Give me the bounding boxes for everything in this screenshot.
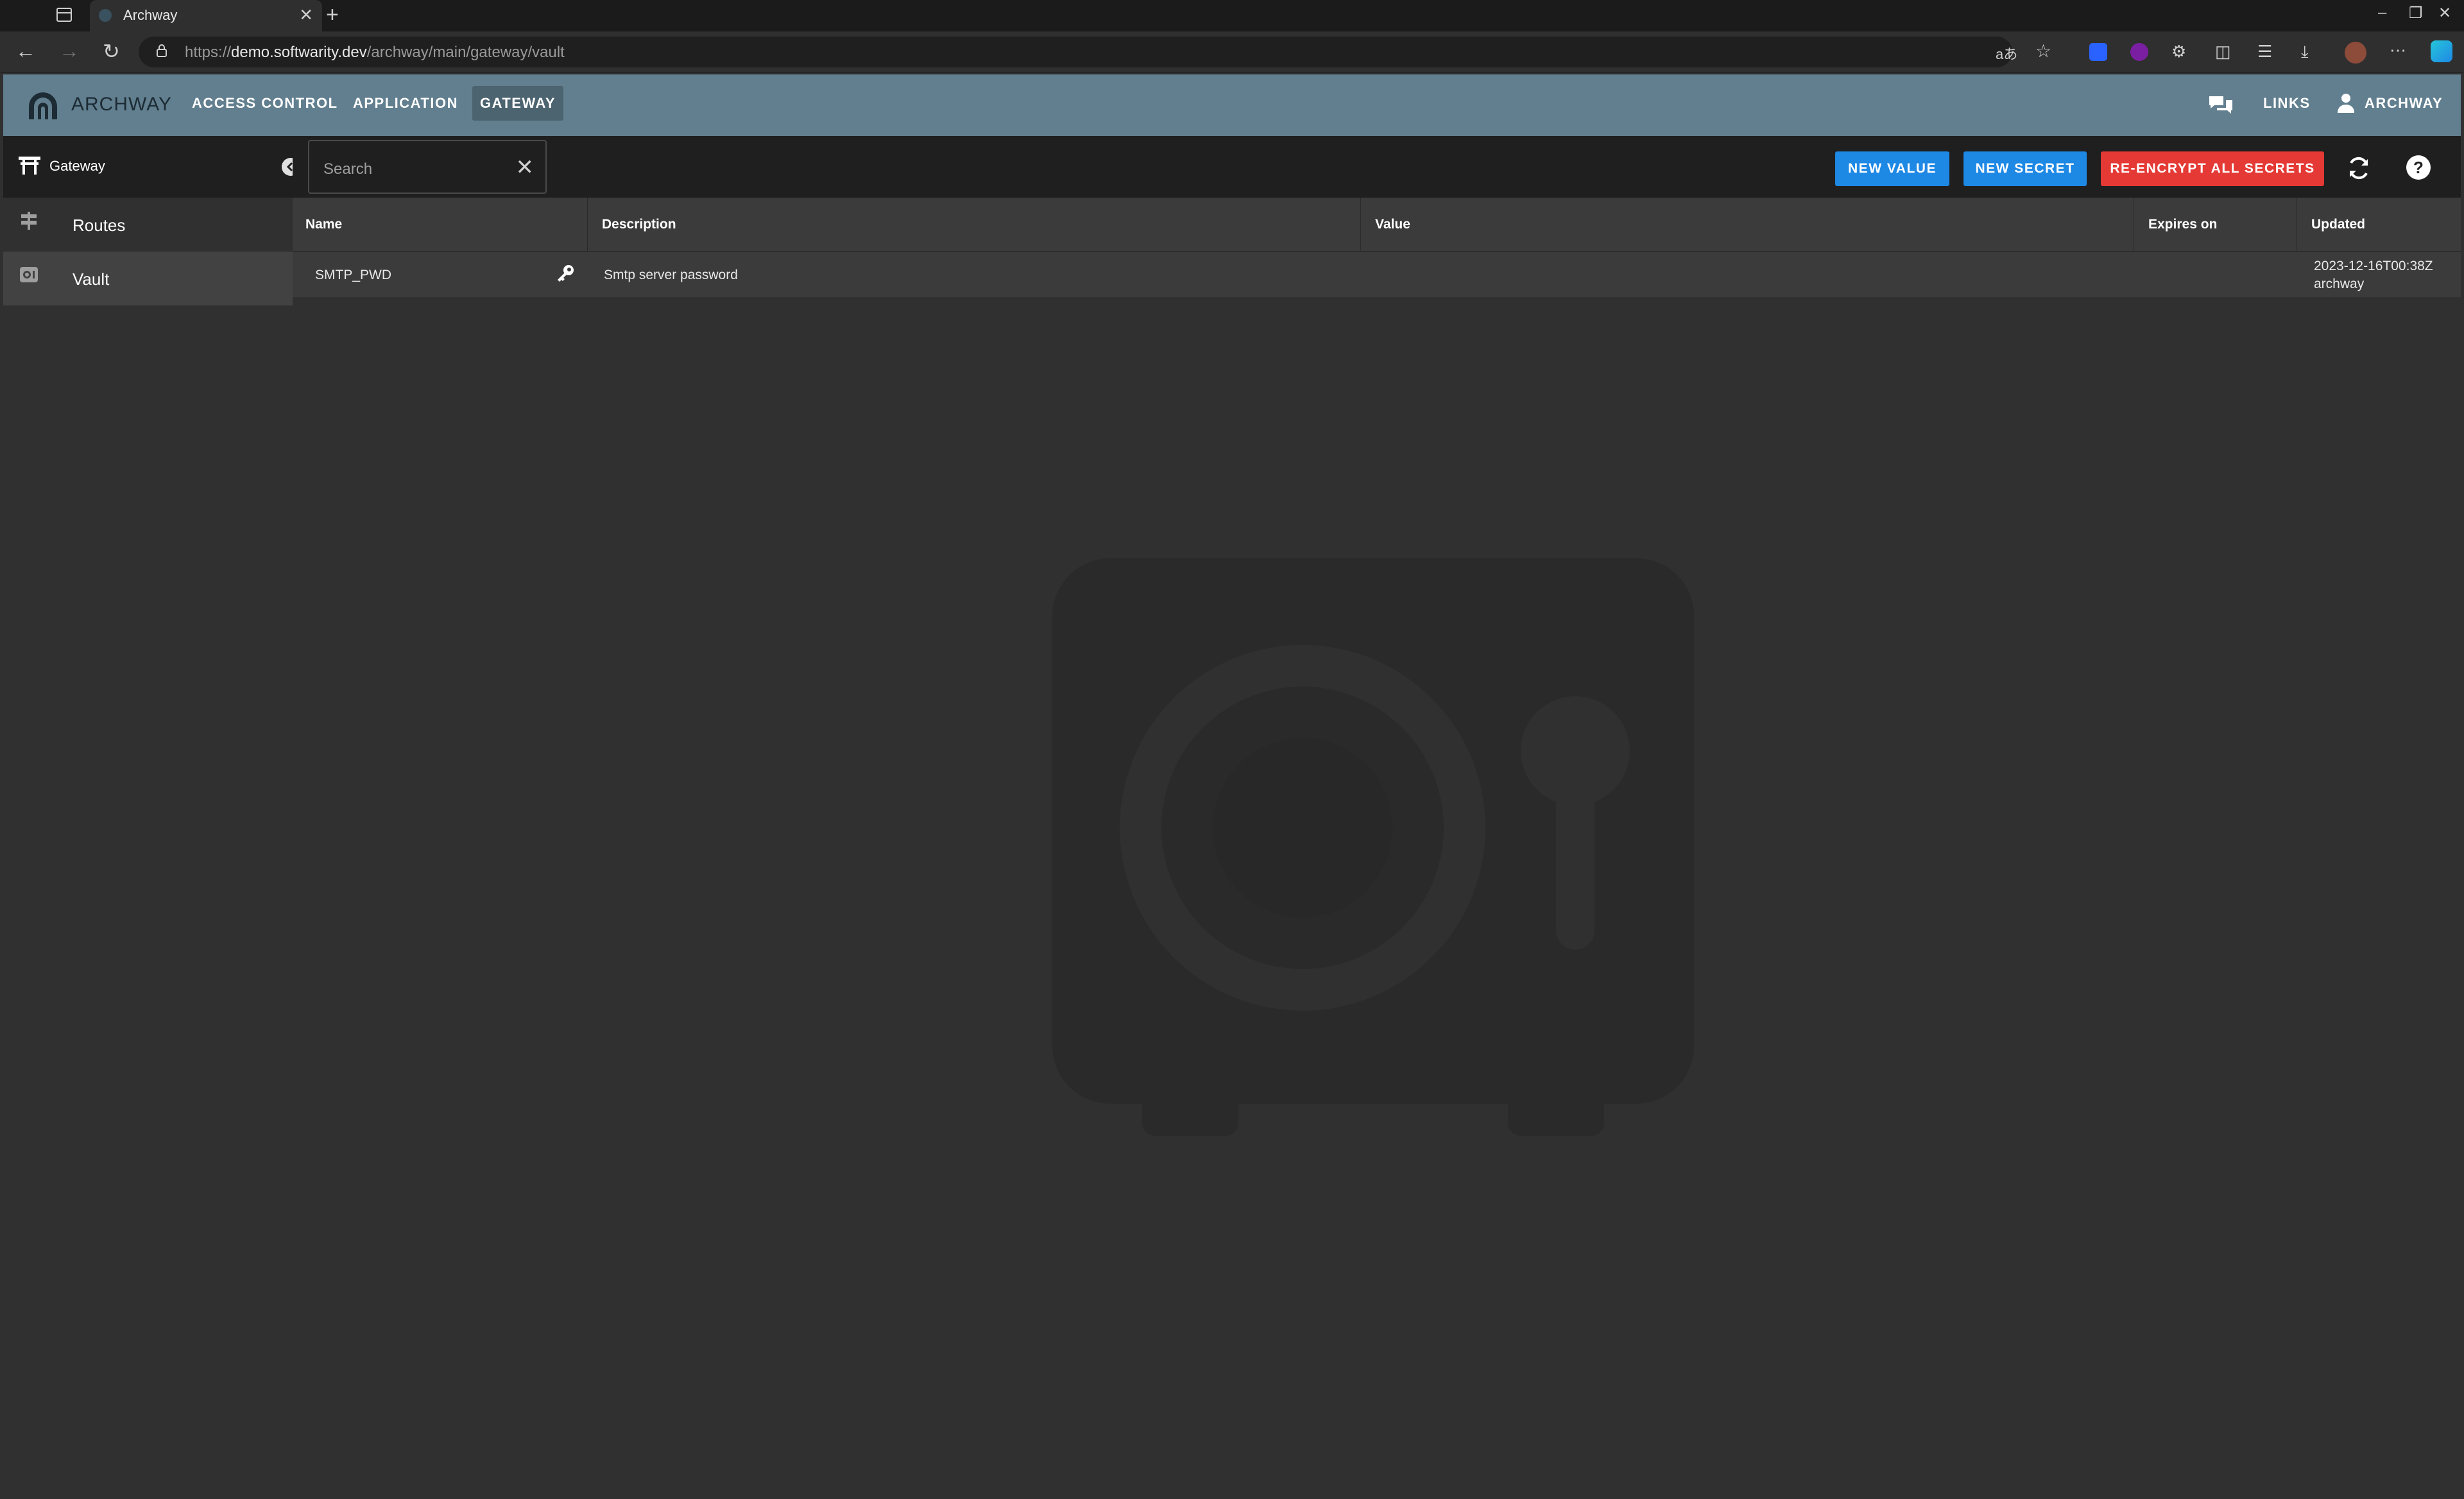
updated-by: archway — [2314, 277, 2365, 291]
restore-icon[interactable]: ❐ — [2409, 4, 2423, 22]
url-field[interactable]: https://demo.softwarity.dev/archway/main… — [139, 37, 2012, 67]
new-secret-button[interactable]: NEW SECRET — [1964, 151, 2087, 186]
tab-actions-icon[interactable] — [56, 8, 72, 22]
sidebar-item-label: Vault — [73, 270, 110, 289]
sidebar-header: Gateway — [3, 136, 300, 198]
forward-icon[interactable]: → — [59, 39, 80, 63]
extension-shield-icon[interactable] — [2089, 43, 2107, 61]
close-tab-icon[interactable]: ✕ — [299, 5, 313, 25]
key-icon — [558, 265, 574, 282]
links-button[interactable]: LINKS — [2263, 95, 2311, 112]
archway-logo-icon — [29, 92, 57, 119]
new-tab-icon[interactable]: + — [326, 3, 339, 28]
column-header-value[interactable]: Value — [1361, 198, 2134, 252]
clear-search-icon[interactable]: ✕ — [516, 157, 535, 178]
read-aloud-icon[interactable]: aあ — [1996, 43, 2017, 64]
user-icon[interactable] — [2338, 92, 2354, 114]
secret-description: Smtp server password — [604, 268, 738, 282]
extension-purple-icon[interactable] — [2130, 43, 2148, 61]
sidebar: Gateway Routes Vault — [3, 136, 300, 1499]
back-icon[interactable]: ← — [15, 39, 36, 63]
close-window-icon[interactable]: ✕ — [2438, 4, 2451, 22]
extensions-icon[interactable]: ⚙ — [2171, 42, 2186, 62]
minimize-icon[interactable]: – — [2378, 4, 2386, 22]
search-placeholder: Search — [323, 160, 373, 178]
column-header-expires-on[interactable]: Expires on — [2134, 198, 2297, 252]
toolbar: Search ✕ NEW VALUE NEW SECRET RE-ENCRYPT… — [293, 136, 2461, 198]
signpost-icon — [21, 212, 37, 230]
column-header-description[interactable]: Description — [588, 198, 1361, 252]
app-header: ARCHWAY ACCESS CONTROL APPLICATION GATEW… — [3, 74, 2461, 136]
vault-icon — [20, 267, 38, 282]
reencrypt-all-secrets-button[interactable]: RE-ENCRYPT ALL SECRETS — [2101, 151, 2324, 186]
table-row[interactable]: SMTP_PWD Smtp server password 2023-12-16… — [293, 252, 2461, 297]
reload-icon[interactable]: ↻ — [103, 39, 120, 64]
user-menu-label[interactable]: ARCHWAY — [2365, 95, 2443, 112]
column-header-name[interactable]: Name — [293, 198, 588, 252]
secret-name: SMTP_PWD — [315, 268, 392, 282]
sidebar-item-label: Routes — [73, 216, 126, 235]
vault-watermark-icon — [1052, 558, 1694, 1136]
sidebar-section-title: Gateway — [49, 158, 105, 174]
column-header-updated[interactable]: Updated — [2297, 198, 2461, 252]
sidebar-item-routes[interactable]: Routes — [3, 198, 293, 252]
search-input[interactable]: Search ✕ — [308, 140, 547, 194]
split-screen-icon[interactable]: ◫ — [2215, 42, 2231, 62]
lock-icon — [157, 44, 167, 57]
url-text: https://demo.softwarity.dev/archway/main… — [185, 44, 565, 61]
nav-application[interactable]: APPLICATION — [353, 95, 458, 112]
profile-avatar[interactable] — [2345, 42, 2366, 64]
brand-name: ARCHWAY — [71, 94, 172, 115]
browser-address-bar: ← → ↻ https://demo.softwarity.dev/archwa… — [0, 31, 2464, 73]
copilot-icon[interactable] — [2431, 40, 2452, 62]
nav-gateway[interactable]: GATEWAY — [472, 86, 564, 121]
favorite-star-icon[interactable]: ☆ — [2035, 40, 2051, 62]
help-icon[interactable]: ? — [2406, 155, 2431, 180]
updated-date: 2023-12-16T00:38Z — [2314, 259, 2433, 273]
nav-access-control[interactable]: ACCESS CONTROL — [192, 95, 338, 112]
torii-gate-icon — [19, 157, 40, 175]
archway-favicon-icon — [99, 9, 112, 22]
favorites-icon[interactable]: ☰ — [2257, 42, 2272, 62]
chat-icon[interactable] — [2208, 94, 2234, 117]
refresh-icon[interactable] — [2346, 155, 2372, 181]
sidebar-item-vault[interactable]: Vault — [3, 252, 293, 305]
browser-tab-bar: Archway ✕ + – ❐ ✕ — [0, 0, 2464, 31]
tab-title: Archway — [123, 7, 178, 23]
downloads-icon[interactable]: ⤓ — [2301, 42, 2309, 62]
table-header: Name Description Value Expires on Update… — [293, 198, 2461, 252]
browser-tab[interactable]: Archway ✕ — [90, 0, 322, 31]
new-value-button[interactable]: NEW VALUE — [1835, 151, 1949, 186]
more-menu-icon[interactable]: ⋯ — [2390, 40, 2406, 60]
